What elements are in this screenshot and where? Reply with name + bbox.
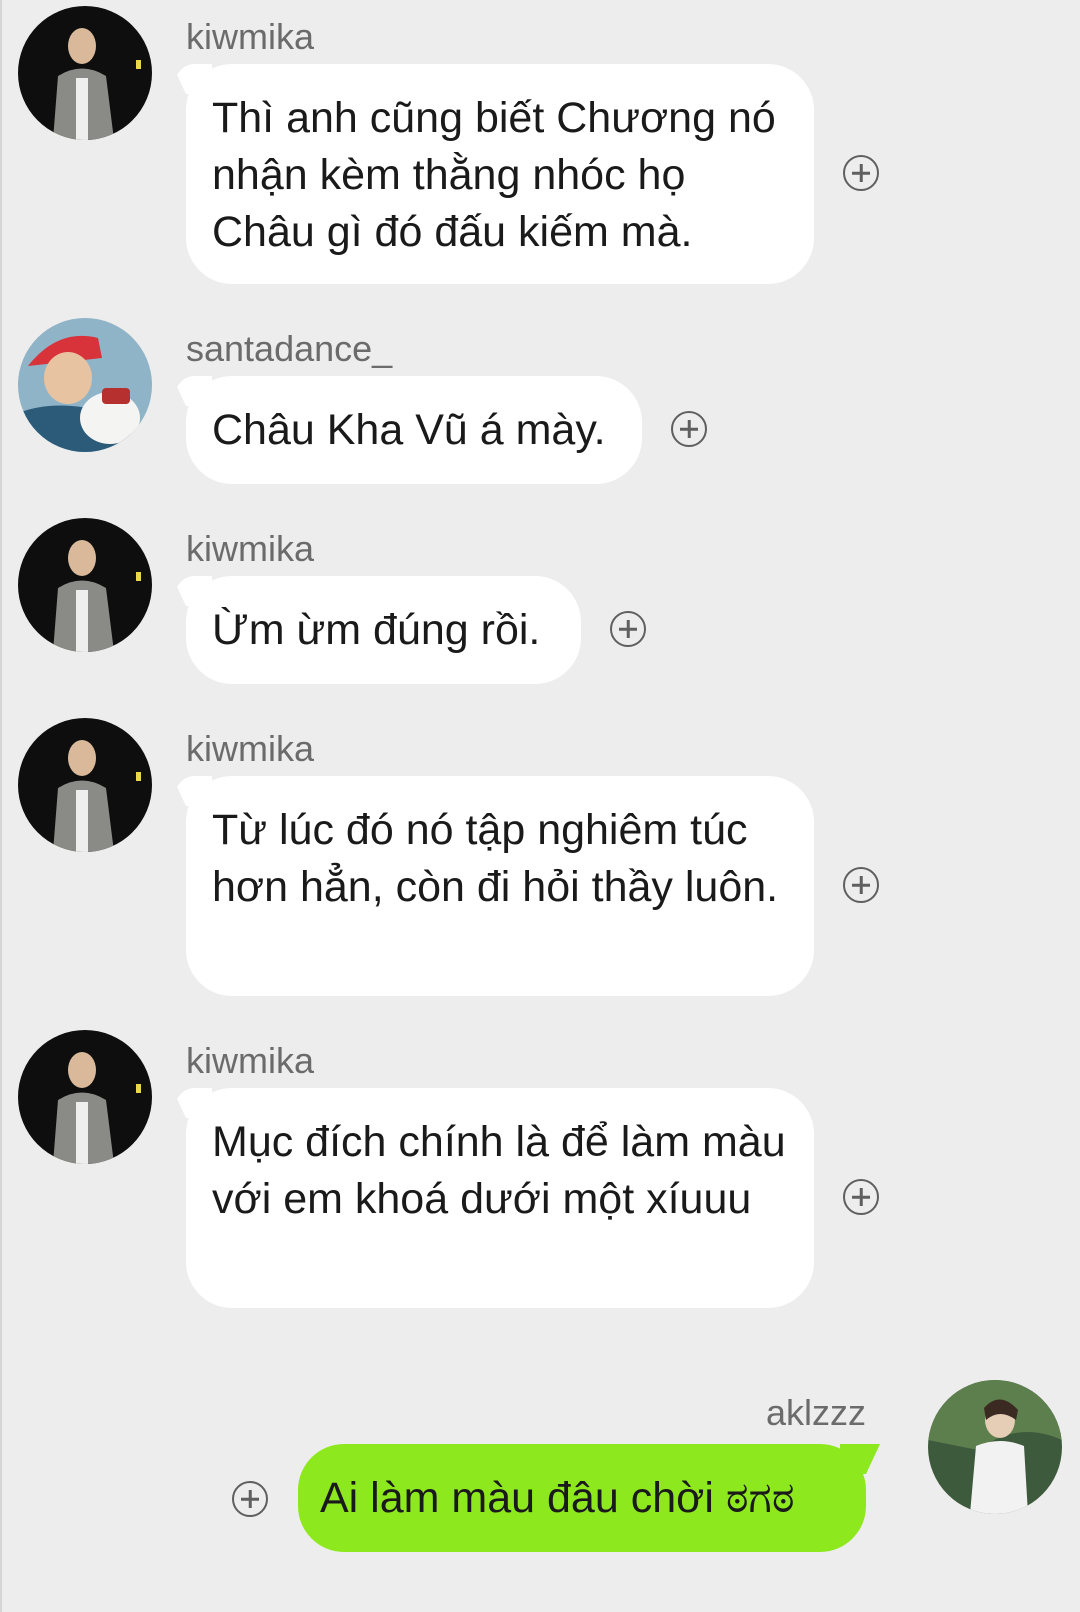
kiwmika-avatar[interactable] <box>18 6 152 140</box>
message-bubble[interactable]: Mục đích chính là để làm màu với em khoá… <box>186 1088 814 1308</box>
aklzzz-avatar[interactable] <box>928 1380 1062 1514</box>
message-bubble[interactable]: Châu Kha Vũ á mày. <box>186 376 642 484</box>
santadance-avatar[interactable] <box>18 318 152 452</box>
sender-name: santadance_ <box>186 328 393 369</box>
plus-circle-icon[interactable] <box>843 1179 879 1215</box>
sender-name: kiwmika <box>186 16 315 57</box>
message-bubble-outgoing[interactable]: Ai làm màu đâu chời ಠಗಠ <box>298 1444 866 1552</box>
sender-name: kiwmika <box>186 528 315 569</box>
message-bubble[interactable]: Ừm ừm đúng rồi. <box>186 576 581 684</box>
message-bubble[interactable]: Từ lúc đó nó tập nghiêm túc hơn hẳn, còn… <box>186 776 814 996</box>
kiwmika-avatar[interactable] <box>18 1030 152 1164</box>
sender-name: kiwmika <box>186 1040 315 1081</box>
kiwmika-avatar[interactable] <box>18 518 152 652</box>
plus-circle-icon[interactable] <box>610 611 646 647</box>
sender-name: aklzzz <box>766 1392 867 1433</box>
plus-circle-icon[interactable] <box>843 155 879 191</box>
screen-edge <box>0 0 2 1612</box>
plus-circle-icon[interactable] <box>232 1481 268 1517</box>
sender-name: kiwmika <box>186 728 315 769</box>
message-bubble[interactable]: Thì anh cũng biết Chương nó nhận kèm thằ… <box>186 64 814 284</box>
plus-circle-icon[interactable] <box>671 411 707 447</box>
kiwmika-avatar[interactable] <box>18 718 152 852</box>
plus-circle-icon[interactable] <box>843 867 879 903</box>
